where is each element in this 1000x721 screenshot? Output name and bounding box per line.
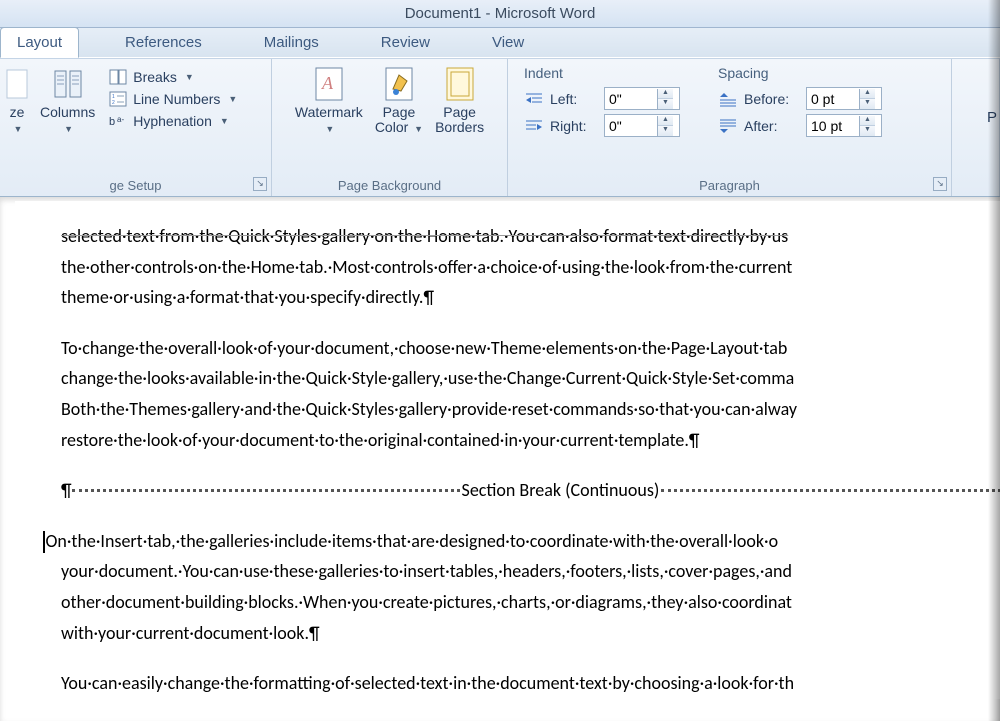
title-bar: Document1 - Microsoft Word [0,0,1000,28]
spacing-after-label: After: [744,118,800,134]
tab-layout[interactable]: Layout [0,27,79,58]
doc-line: selected·text·from·the·Quick·Styles·gall… [61,221,1000,252]
group-page-setup: ze▼ Columns▼ Breaks▼ 12 Line Numbers▼ b [0,59,272,196]
chevron-down-icon: ▼ [414,124,423,134]
indent-right-label: Right: [550,118,598,134]
ribbon: ze▼ Columns▼ Breaks▼ 12 Line Numbers▼ b [0,58,1000,197]
section-break-label: Section Break (Continuous) [460,475,662,506]
document-area[interactable]: selected·text·from·the·Quick·Styles·gall… [0,197,1000,721]
watermark-button[interactable]: A Watermark▼ [289,63,369,138]
breaks-icon [109,69,127,85]
hyphenation-button[interactable]: ba- Hyphenation▼ [105,111,241,131]
page-color-icon [385,65,413,103]
svg-text:2: 2 [112,100,115,106]
line-numbers-button[interactable]: 12 Line Numbers▼ [105,89,241,109]
chevron-down-icon: ▼ [325,124,334,134]
tab-mailings[interactable]: Mailings [248,28,335,57]
svg-text:A: A [321,73,334,93]
doc-line: restore·the·look·of·your·document·to·the… [61,425,1000,456]
doc-line: your·document.·You·can·use·these·galleri… [61,556,1000,587]
spin-up[interactable]: ▲ [860,89,875,99]
hyphenation-icon: ba- [109,113,127,129]
svg-text:b: b [109,116,115,128]
page-setup-dialog-launcher[interactable]: ↘ [253,177,267,191]
section-break: ¶ Section Break (Continuous) [61,475,1000,506]
columns-icon [53,65,83,103]
doc-line: other·document·building·blocks.·When·you… [61,587,1000,618]
page-borders-icon [446,65,474,103]
partial-label: P [987,109,997,126]
spacing-before-label: Before: [744,91,800,107]
columns-button[interactable]: Columns▼ [34,63,101,138]
chevron-down-icon: ▼ [64,124,73,134]
doc-line: You·can·easily·change·the·formatting·of·… [61,668,1000,699]
group-label-paragraph: Paragraph [699,178,760,193]
doc-line: On·the·Insert·tab,·the·galleries·include… [43,526,1000,557]
tab-view[interactable]: View [476,28,540,57]
indent-header: Indent [524,65,680,81]
breaks-button[interactable]: Breaks▼ [105,67,241,87]
chevron-down-icon: ▼ [14,124,23,134]
spin-up[interactable]: ▲ [658,89,673,99]
size-button[interactable]: ze▼ [6,63,34,138]
spin-down[interactable]: ▼ [860,99,875,109]
paragraph-dialog-launcher[interactable]: ↘ [933,177,947,191]
spin-down[interactable]: ▼ [860,126,875,136]
tab-review[interactable]: Review [365,28,446,57]
tab-references[interactable]: References [109,28,218,57]
group-label-page-setup: ge Setup [109,178,161,193]
watermark-icon: A [315,65,343,103]
indent-left-input[interactable]: ▲▼ [604,87,680,110]
svg-text:a-: a- [117,115,124,124]
window-title: Document1 - Microsoft Word [405,5,596,22]
doc-line: with·your·current·document·look.¶ [61,618,1000,649]
doc-line: the·other·controls·on·the·Home·tab.·Most… [61,252,1000,283]
line-numbers-icon: 12 [109,91,127,107]
group-next-partial: P [952,59,1000,196]
indent-left-icon [524,91,544,107]
page-color-label: PageColor [375,104,415,135]
doc-line: To·change·the·overall·look·of·your·docum… [61,333,1000,364]
chevron-down-icon: ▼ [228,94,237,104]
doc-line: theme·or·using·a·format·that·you·specify… [61,282,1000,313]
spacing-before-icon [718,91,738,107]
spacing-header: Spacing [718,65,882,81]
spacing-after-icon [718,118,738,134]
doc-line: Both·the·Themes·gallery·and·the·Quick·St… [61,394,1000,425]
spin-down[interactable]: ▼ [658,126,673,136]
page-borders-label: PageBorders [435,105,484,136]
doc-line: change·the·looks·available·in·the·Quick·… [61,363,1000,394]
spacing-before-input[interactable]: ▲▼ [806,87,882,110]
ribbon-tabs: Layout References Mailings Review View [0,28,1000,58]
spin-down[interactable]: ▼ [658,99,673,109]
group-paragraph: Indent Left: ▲▼ Right: ▲▼ [508,59,952,196]
page: selected·text·from·the·Quick·Styles·gall… [15,201,1000,699]
indent-right-icon [524,118,544,134]
indent-left-label: Left: [550,91,598,107]
chevron-down-icon: ▼ [220,116,229,126]
group-page-background: A Watermark▼ PageColor ▼ PageBorders Pag… [272,59,508,196]
spin-up[interactable]: ▲ [658,116,673,126]
size-icon [6,65,28,103]
chevron-down-icon: ▼ [185,72,194,82]
page-color-button[interactable]: PageColor ▼ [369,63,429,138]
pilcrow-mark: ¶ [61,475,72,506]
indent-right-input[interactable]: ▲▼ [604,114,680,137]
spin-up[interactable]: ▲ [860,116,875,126]
group-label-page-background: Page Background [338,178,441,193]
text-cursor [43,531,45,553]
spacing-after-input[interactable]: ▲▼ [806,114,882,137]
page-borders-button[interactable]: PageBorders [429,63,490,138]
